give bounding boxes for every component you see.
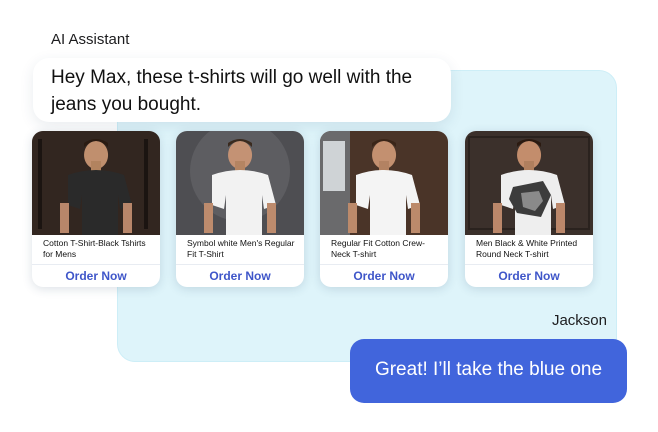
assistant-name: AI Assistant (51, 31, 130, 48)
user-name: Jackson (551, 312, 607, 329)
divider (465, 264, 593, 265)
product-card-4[interactable]: Men Black & White Printed Round Neck T-s… (465, 131, 593, 287)
product-card-2[interactable]: Symbol white Men's Regular Fit T-Shirt O… (176, 131, 304, 287)
product-title: Regular Fit Cotton Crew-Neck T-shirt (331, 238, 426, 259)
order-now-button[interactable]: Order Now (32, 267, 160, 285)
product-title: Men Black & White Printed Round Neck T-s… (476, 238, 578, 259)
divider (176, 264, 304, 265)
divider (320, 264, 448, 265)
product-image (176, 131, 304, 235)
product-title: Cotton T-Shirt-Black Tshirts for Mens (43, 238, 146, 259)
user-message-bubble: Great! I’ll take the blue one (350, 339, 627, 403)
product-card-3[interactable]: Regular Fit Cotton Crew-Neck T-shirt Ord… (320, 131, 448, 287)
order-now-button[interactable]: Order Now (176, 267, 304, 285)
product-card-1[interactable]: Cotton T-Shirt-Black Tshirts for Mens Or… (32, 131, 160, 287)
product-title: Symbol white Men's Regular Fit T-Shirt (187, 238, 295, 259)
product-image (32, 131, 160, 235)
order-now-button[interactable]: Order Now (465, 267, 593, 285)
order-now-button[interactable]: Order Now (320, 267, 448, 285)
assistant-message-text: Hey Max, these t-shirts will go well wit… (51, 67, 413, 115)
product-image (465, 131, 593, 235)
product-image (320, 131, 448, 235)
divider (32, 264, 160, 265)
user-message-text: Great! I’ll take the blue one (374, 359, 603, 380)
